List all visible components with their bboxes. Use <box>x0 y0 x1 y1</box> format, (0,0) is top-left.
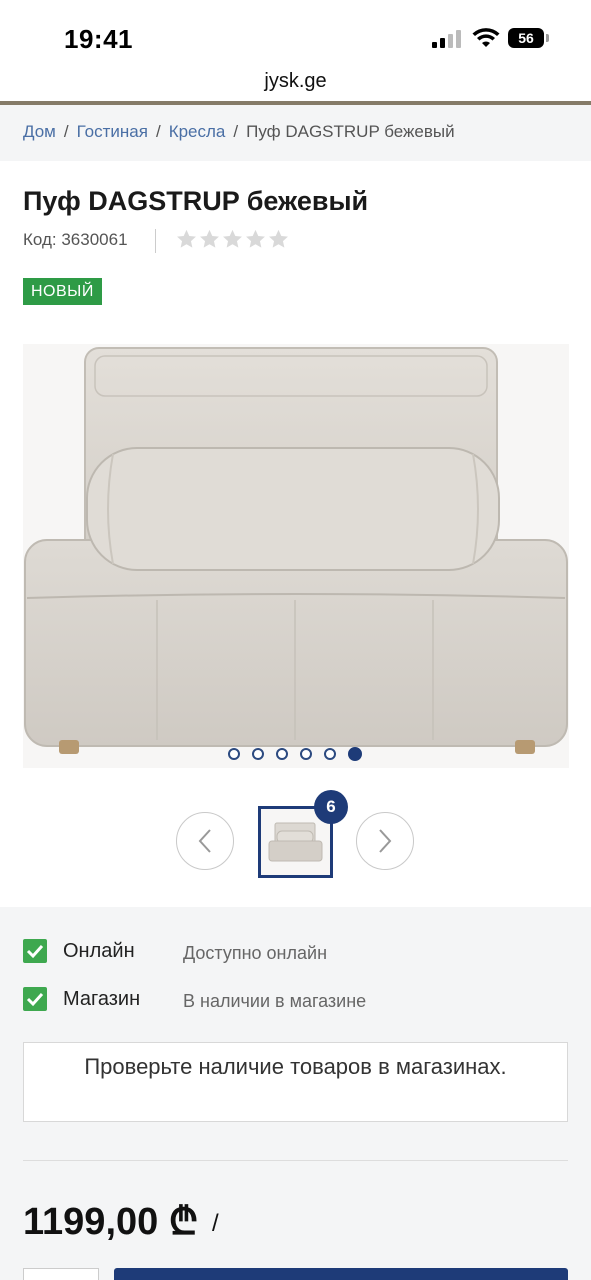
price-divider <box>23 1160 568 1161</box>
breadcrumb-separator: / <box>63 122 69 141</box>
availability-label: Онлайн <box>63 940 135 962</box>
thumbnail-prev-button[interactable] <box>176 812 234 870</box>
status-time: 19:41 <box>64 24 133 54</box>
status-bar: 19:41 56 <box>0 0 591 72</box>
thumbnail-next-button[interactable] <box>356 812 414 870</box>
gallery-dot[interactable] <box>324 748 336 760</box>
price: 1199,00 ₾ <box>23 1194 198 1246</box>
add-to-cart-button[interactable] <box>114 1268 568 1280</box>
availability-label: Магазин <box>63 988 141 1010</box>
star-icon <box>223 229 242 248</box>
gallery-dot[interactable] <box>228 748 240 760</box>
new-badge: НОВЫЙ <box>23 278 102 305</box>
product-code: Код: 3630061 <box>23 230 128 249</box>
check-stores-button[interactable]: Проверьте наличие товаров в магазинах. <box>23 1042 568 1122</box>
battery-icon: 56 <box>508 28 550 48</box>
check-icon <box>23 939 47 963</box>
breadcrumb-item-home[interactable]: Дом <box>23 122 56 141</box>
breadcrumb-separator: / <box>233 122 239 141</box>
battery-level: 56 <box>508 28 544 48</box>
star-icon <box>246 229 265 248</box>
url-bar[interactable]: jysk.ge <box>0 66 591 102</box>
availability-value: В наличии в магазине <box>183 991 367 1011</box>
gallery-dots <box>228 747 362 761</box>
gallery-dot-active[interactable] <box>348 747 362 761</box>
chevron-right-icon <box>379 829 392 853</box>
signal-icon <box>432 30 462 48</box>
breadcrumb-separator: / <box>155 122 161 141</box>
star-icon <box>200 229 219 248</box>
availability-store: Магазин В наличии в магазине <box>23 987 568 1013</box>
product-title: Пуф DAGSTRUP бежевый <box>23 186 369 216</box>
quantity-stepper[interactable] <box>23 1268 99 1280</box>
gallery-dot[interactable] <box>300 748 312 760</box>
availability-value: Доступно онлайн <box>183 943 328 963</box>
breadcrumb: Дом / Гостиная / Кресла / Пуф DAGSTRUP бежевый <box>23 122 455 142</box>
pouf-illustration <box>24 347 568 754</box>
breadcrumb-current: Пуф DAGSTRUP бежевый <box>246 122 455 141</box>
product-image[interactable] <box>23 344 569 768</box>
thumbnail-count-badge: 6 <box>314 790 348 824</box>
chevron-left-icon <box>198 829 211 853</box>
gallery-dot[interactable] <box>252 748 264 760</box>
breadcrumb-item-armchairs[interactable]: Кресла <box>169 122 226 141</box>
price-currency: ₾ <box>168 1201 199 1243</box>
availability-online: Онлайн Доступно онлайн <box>23 939 568 965</box>
breadcrumb-item-living-room[interactable]: Гостиная <box>77 122 148 141</box>
price-amount: 1199,00 <box>23 1201 159 1243</box>
gallery-dot[interactable] <box>276 748 288 760</box>
star-icon <box>177 229 196 248</box>
price-suffix: / <box>212 1210 219 1237</box>
rating-stars[interactable] <box>176 227 289 253</box>
check-icon <box>23 987 47 1011</box>
star-icon <box>269 229 288 248</box>
wifi-icon <box>472 28 500 47</box>
code-divider <box>155 229 156 253</box>
